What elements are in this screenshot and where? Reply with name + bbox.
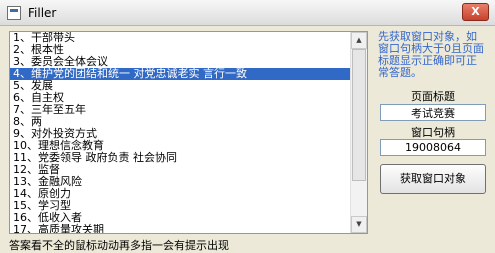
list-item[interactable]: 11、党委领导 政府负责 社会协同 (10, 152, 350, 164)
get-window-button[interactable]: 获取窗口对象 (380, 164, 486, 194)
scroll-up-button[interactable]: ▲ (351, 32, 367, 49)
page-title-field[interactable] (380, 104, 486, 121)
page-title-label: 页面标题 (411, 90, 455, 103)
title-bar[interactable]: Filler X (0, 0, 495, 26)
list-item[interactable]: 4、维护党的团结和统一 对党忠诚老实 言行一致 (10, 68, 350, 80)
answer-listbox[interactable]: 1、干部带头 2、根本性 3、委员会全体会议 4、维护党的团结和统一 对党忠诚老实 言… (9, 31, 368, 234)
filler-window: Filler X 1、干部带头 2、根本性 3、委员会全体会议 4、维护党的团结和统一… (0, 0, 495, 253)
status-text: 答案看不全的鼠标动动再多指一会有提示出现 (9, 239, 229, 252)
list-item[interactable]: 7、三年至五年 (10, 104, 350, 116)
scroll-thumb[interactable] (352, 49, 366, 181)
close-button[interactable]: X (462, 3, 489, 21)
window-handle-label: 窗口句柄 (411, 126, 455, 139)
window-title: Filler (28, 6, 57, 20)
list-item[interactable]: 17、高质量攻关期 (10, 224, 350, 234)
instruction-hint: 先获取窗口对象，如窗口句柄大于0且页面标题显示正确即可正常答题。 (378, 30, 484, 79)
vertical-scrollbar[interactable]: ▲ ▼ (350, 32, 367, 233)
scroll-down-button[interactable]: ▼ (351, 216, 367, 233)
app-icon (7, 6, 21, 20)
list-items: 1、干部带头 2、根本性 3、委员会全体会议 4、维护党的团结和统一 对党忠诚老实 言… (10, 32, 350, 233)
window-handle-field[interactable] (380, 139, 486, 156)
